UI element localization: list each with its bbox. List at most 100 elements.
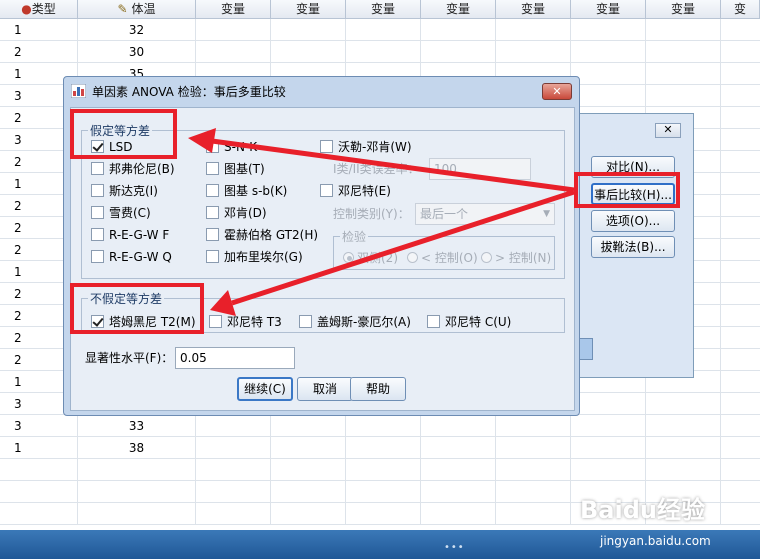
table-cell[interactable] (196, 503, 271, 525)
table-cell[interactable] (721, 261, 760, 283)
checkbox[interactable] (206, 162, 219, 175)
table-cell[interactable] (571, 63, 646, 85)
table-cell[interactable] (721, 195, 760, 217)
table-cell[interactable] (346, 415, 421, 437)
table-cell[interactable] (721, 503, 760, 525)
options-button[interactable]: 选项(O)... (591, 210, 675, 232)
checkbox[interactable] (91, 228, 104, 241)
table-cell[interactable] (721, 283, 760, 305)
table-cell[interactable] (421, 481, 496, 503)
table-cell[interactable] (721, 63, 760, 85)
table-cell[interactable] (0, 481, 78, 503)
equal-left-checkbox-5[interactable]: R-E-G-W Q (91, 249, 172, 265)
checkbox[interactable] (91, 250, 104, 263)
table-cell[interactable] (721, 107, 760, 129)
table-cell[interactable] (496, 19, 571, 41)
column-header-temperature[interactable]: ✎ 体温 (78, 0, 196, 19)
table-cell[interactable] (78, 459, 196, 481)
table-cell[interactable] (721, 459, 760, 481)
table-row[interactable]: 2 30 (0, 41, 760, 63)
table-cell[interactable] (721, 85, 760, 107)
column-header-var[interactable]: 变量 (496, 0, 571, 19)
table-cell[interactable] (196, 481, 271, 503)
checkbox[interactable] (209, 315, 222, 328)
table-cell[interactable] (721, 415, 760, 437)
table-cell[interactable] (346, 19, 421, 41)
table-cell[interactable] (346, 481, 421, 503)
table-cell[interactable] (571, 459, 646, 481)
table-row[interactable] (0, 459, 760, 481)
equal-mid-checkbox-5[interactable]: 加布里埃尔(G) (206, 249, 303, 265)
table-cell[interactable] (721, 41, 760, 63)
radio-button[interactable] (407, 252, 418, 263)
checkbox[interactable] (91, 184, 104, 197)
table-cell[interactable] (496, 415, 571, 437)
post-hoc-button[interactable]: 事后比较(H)... (591, 183, 675, 205)
table-cell[interactable] (271, 503, 346, 525)
checkbox[interactable] (91, 315, 104, 328)
table-cell[interactable] (721, 305, 760, 327)
bootstrap-button[interactable]: 拔靴法(B)... (591, 236, 675, 258)
greater-than-control-radio[interactable]: > 控制(N) (481, 250, 551, 266)
table-cell[interactable] (421, 503, 496, 525)
table-cell[interactable] (721, 393, 760, 415)
table-cell[interactable] (571, 437, 646, 459)
table-cell[interactable] (721, 349, 760, 371)
tamhane-checkbox[interactable]: 塔姆黑尼 T2(M) (91, 314, 196, 330)
games-howell-checkbox[interactable]: 盖姆斯-豪厄尔(A) (299, 314, 411, 330)
table-row[interactable]: 1 32 (0, 19, 760, 41)
equal-mid-checkbox-1[interactable]: 图基(T) (206, 161, 265, 177)
significance-level-input[interactable]: 0.05 (175, 347, 295, 369)
table-cell[interactable] (196, 19, 271, 41)
waller-duncan-checkbox[interactable]: 沃勒-邓肯(W) (320, 139, 412, 155)
table-cell[interactable] (721, 217, 760, 239)
table-cell[interactable] (721, 151, 760, 173)
table-cell[interactable] (646, 415, 721, 437)
checkbox[interactable] (320, 184, 333, 197)
table-cell[interactable] (721, 19, 760, 41)
equal-mid-checkbox-4[interactable]: 霍赫伯格 GT2(H) (206, 227, 318, 243)
table-cell[interactable] (496, 503, 571, 525)
less-than-control-radio[interactable]: < 控制(O) (407, 250, 478, 266)
splitter-grip-icon[interactable]: ••• (444, 542, 465, 553)
table-cell[interactable] (721, 239, 760, 261)
close-button[interactable]: ✕ (542, 83, 572, 100)
table-cell[interactable] (496, 459, 571, 481)
table-cell[interactable] (646, 63, 721, 85)
checkbox[interactable] (91, 206, 104, 219)
equal-mid-checkbox-0[interactable]: S-N-K (206, 139, 257, 155)
control-category-select[interactable]: 最后一个 ▼ (415, 203, 555, 225)
checkbox[interactable] (427, 315, 440, 328)
table-cell[interactable] (646, 19, 721, 41)
table-cell[interactable]: 1 (0, 437, 78, 459)
table-cell[interactable] (421, 415, 496, 437)
close-button[interactable]: ✕ (655, 123, 681, 138)
checkbox[interactable] (206, 250, 219, 263)
table-cell[interactable] (421, 459, 496, 481)
radio-button[interactable] (343, 252, 354, 263)
table-cell[interactable] (271, 41, 346, 63)
column-header-var[interactable]: 变量 (421, 0, 496, 19)
table-cell[interactable]: 3 (0, 415, 78, 437)
checkbox[interactable] (91, 140, 104, 153)
table-cell[interactable] (646, 437, 721, 459)
table-cell[interactable] (571, 41, 646, 63)
checkbox[interactable] (206, 228, 219, 241)
table-cell[interactable] (78, 503, 196, 525)
checkbox[interactable] (206, 206, 219, 219)
equal-mid-checkbox-2[interactable]: 图基 s-b(K) (206, 183, 287, 199)
table-cell[interactable] (646, 393, 721, 415)
table-cell[interactable] (271, 19, 346, 41)
checkbox[interactable] (299, 315, 312, 328)
equal-left-checkbox-1[interactable]: 邦弗伦尼(B) (91, 161, 175, 177)
table-row[interactable]: 3 33 (0, 415, 760, 437)
table-cell[interactable] (571, 415, 646, 437)
column-header-var[interactable]: 变量 (271, 0, 346, 19)
checkbox[interactable] (206, 140, 219, 153)
table-cell[interactable] (0, 503, 78, 525)
continue-button[interactable]: 继续(C) (237, 377, 293, 401)
table-cell[interactable] (271, 437, 346, 459)
table-cell[interactable] (496, 41, 571, 63)
table-cell[interactable] (346, 459, 421, 481)
table-cell[interactable] (721, 327, 760, 349)
